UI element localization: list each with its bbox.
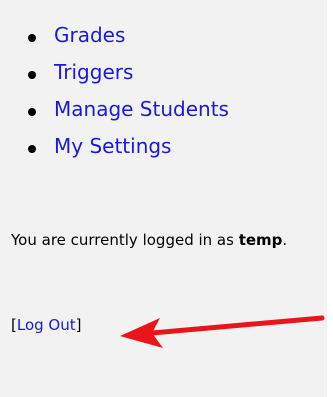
navigation-list: Grades Triggers Manage Students My Setti…: [0, 19, 229, 167]
logged-in-username: temp: [238, 231, 283, 249]
bullet-icon: [28, 71, 36, 79]
nav-item-triggers: Triggers: [0, 56, 229, 93]
my-settings-link[interactable]: My Settings: [54, 134, 171, 158]
nav-item-my-settings: My Settings: [0, 130, 229, 167]
manage-students-link[interactable]: Manage Students: [54, 97, 229, 121]
login-status-suffix: .: [282, 231, 288, 249]
logout-link[interactable]: Log Out: [17, 316, 76, 334]
login-status-prefix: You are currently logged in as: [11, 231, 239, 249]
grades-link[interactable]: Grades: [54, 23, 125, 47]
bullet-icon: [28, 145, 36, 153]
bullet-icon: [28, 34, 36, 42]
login-status-text: You are currently logged in as temp.: [11, 231, 326, 250]
logout-line: [Log Out]: [11, 316, 81, 335]
nav-item-grades: Grades: [0, 19, 229, 56]
sidebar-panel: Grades Triggers Manage Students My Setti…: [0, 0, 327, 397]
bullet-icon: [28, 108, 36, 116]
logout-bracket-close: ]: [75, 316, 82, 334]
triggers-link[interactable]: Triggers: [54, 60, 133, 84]
nav-item-manage-students: Manage Students: [0, 93, 229, 130]
